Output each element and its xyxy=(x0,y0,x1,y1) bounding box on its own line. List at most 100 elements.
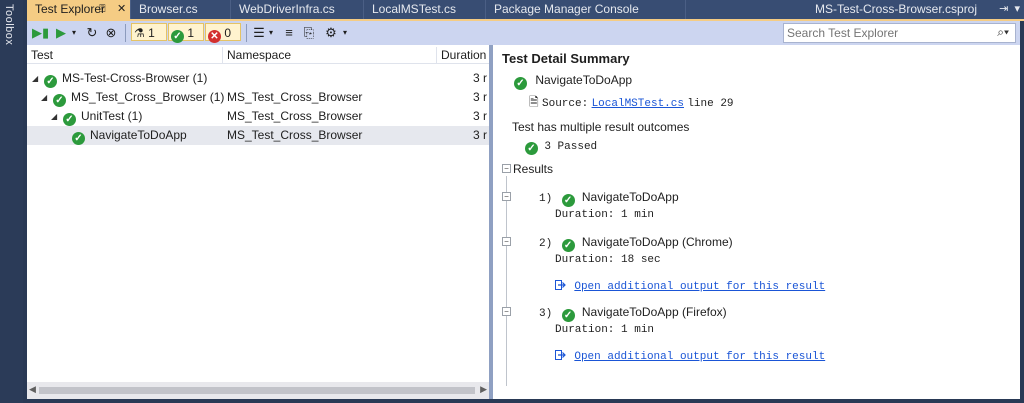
toolbar-separator xyxy=(246,24,247,42)
passed-summary: 3 Passed xyxy=(544,141,598,153)
tree-row-namespace-value: MS_Test_Cross_Browser xyxy=(227,90,363,104)
tree-row-duration: 3 r xyxy=(473,128,488,142)
toolbox-label[interactable]: Toolbox xyxy=(3,4,15,45)
tab-label: Browser.cs xyxy=(139,2,198,16)
failed-tests-filter[interactable]: ✕ 0 xyxy=(205,23,241,43)
total-tests-filter[interactable]: ⚗ 1 xyxy=(131,23,167,41)
settings-gear-icon[interactable]: ⚙ xyxy=(323,24,339,42)
group-by-icon[interactable]: ≡ xyxy=(281,24,297,42)
collapse-arrow-icon[interactable]: ◢ xyxy=(32,69,38,88)
toolbox-sidebar[interactable]: Toolbox xyxy=(0,0,23,403)
collapse-arrow-icon[interactable]: ◢ xyxy=(41,88,47,107)
open-output-link[interactable]: Open additional output for this result xyxy=(574,281,825,293)
search-input[interactable] xyxy=(787,25,987,41)
tab-browser-cs[interactable]: Browser.cs xyxy=(131,0,231,19)
tab-label: LocalMSTest.cs xyxy=(372,2,457,16)
open-output-icon[interactable] xyxy=(555,349,566,360)
tab-webdriverinfra-cs[interactable]: WebDriverInfra.cs xyxy=(231,0,364,19)
tree-row-namespace[interactable]: ◢ ✓ MS_Test_Cross_Browser (1) MS_Test_Cr… xyxy=(27,88,489,107)
test-tree-pane: Test Namespace Duration ◢ ✓ MS-Test-Cros… xyxy=(27,47,489,399)
tree-row-test[interactable]: ✓ NavigateToDoApp MS_Test_Cross_Browser … xyxy=(27,126,489,145)
source-line: line 29 xyxy=(687,98,734,110)
tree-row-class[interactable]: ◢ ✓ UnitTest (1) MS_Test_Cross_Browser 3… xyxy=(27,107,489,126)
result-duration: Duration: 1 min xyxy=(555,324,655,336)
passed-icon: ✓ xyxy=(171,30,184,43)
tab-label: WebDriverInfra.cs xyxy=(239,2,335,16)
passed-icon: ✓ xyxy=(561,194,575,207)
open-test-icon[interactable]: ⎘ xyxy=(301,24,317,42)
result-name: NavigateToDoApp xyxy=(581,190,679,204)
detail-test-name: NavigateToDoApp xyxy=(535,73,633,87)
tab-package-manager-console[interactable]: Package Manager Console xyxy=(486,0,686,19)
passed-icon: ✓ xyxy=(514,77,527,90)
tree-row-namespace-value: MS_Test_Cross_Browser xyxy=(227,128,363,142)
tab-localmstest-cs[interactable]: LocalMSTest.cs xyxy=(364,0,486,19)
run-dropdown-icon[interactable]: ▾ xyxy=(70,24,78,42)
result-index: 1) xyxy=(539,193,553,205)
scroll-right-icon[interactable]: ▶ xyxy=(480,384,487,395)
passed-icon: ✓ xyxy=(525,142,538,155)
open-output-row: Open additional output for this result xyxy=(555,348,825,363)
horizontal-scrollbar[interactable]: ◀ ▶ xyxy=(27,382,489,399)
result-index: 2) xyxy=(539,238,553,250)
outcomes-heading: Test has multiple result outcomes xyxy=(512,120,690,134)
settings-dropdown-icon[interactable]: ▾ xyxy=(341,24,349,42)
search-test-explorer[interactable]: ⌕▾ xyxy=(783,23,1016,43)
playlist-dropdown-icon[interactable]: ▾ xyxy=(267,24,275,42)
run-all-icon[interactable]: ▶▮ xyxy=(32,24,49,42)
result-header-1: 1) ✓ NavigateToDoApp xyxy=(539,190,679,207)
tree-row-duration: 3 r xyxy=(473,71,488,85)
source-file-link[interactable]: LocalMSTest.cs xyxy=(592,98,684,110)
run-icon[interactable]: ▶ xyxy=(54,24,68,42)
collapse-arrow-icon[interactable]: ◢ xyxy=(51,107,57,126)
tab-overflow-icon[interactable]: ▾ xyxy=(1014,3,1020,15)
collapse-result-icon[interactable]: − xyxy=(502,307,511,316)
passed-icon: ✓ xyxy=(72,132,85,145)
collapse-result-icon[interactable]: − xyxy=(502,237,511,246)
column-header-test[interactable]: Test xyxy=(27,47,223,64)
open-output-link[interactable]: Open additional output for this result xyxy=(574,351,825,363)
pin-icon[interactable]: ⍔ xyxy=(99,0,106,19)
search-icon[interactable]: ⌕▾ xyxy=(997,25,1009,40)
tree-row-name: MS-Test-Cross-Browser (1) xyxy=(62,71,208,85)
close-icon[interactable]: ✕ xyxy=(117,0,126,19)
document-tab-bar: Test Explorer ⍔ ✕ Browser.cs WebDriverIn… xyxy=(27,0,1024,19)
repeat-last-run-icon[interactable]: ↻ xyxy=(84,24,100,42)
scrollbar-thumb[interactable] xyxy=(39,387,475,394)
total-tests-count: 1 xyxy=(148,26,155,40)
column-header-duration[interactable]: Duration xyxy=(437,47,489,64)
tab-label: Test Explorer xyxy=(35,2,106,16)
passed-tests-filter[interactable]: ✓ 1 xyxy=(168,23,204,43)
passed-icon: ✓ xyxy=(63,113,76,126)
tree-row-duration: 3 r xyxy=(473,90,488,104)
column-header-namespace[interactable]: Namespace xyxy=(223,47,437,64)
detail-title: Test Detail Summary xyxy=(502,51,630,66)
tree-row-name: MS_Test_Cross_Browser (1) xyxy=(71,90,225,104)
passed-summary-row: ✓ 3 Passed xyxy=(525,138,597,155)
passed-icon: ✓ xyxy=(561,239,575,252)
pin-icon[interactable]: ⇥ xyxy=(999,3,1008,15)
tab-window-controls: ⇥ ▾ xyxy=(999,0,1020,19)
tree-row-duration: 3 r xyxy=(473,109,488,123)
result-header-2: 2) ✓ NavigateToDoApp (Chrome) xyxy=(539,235,733,252)
test-detail-summary-pane: Test Detail Summary ✓ NavigateToDoApp 🗎 … xyxy=(493,45,1020,399)
cancel-icon[interactable]: ⊗ xyxy=(103,24,119,42)
toolbar-separator xyxy=(125,24,126,42)
result-name: NavigateToDoApp (Firefox) xyxy=(581,305,727,319)
tree-row-project[interactable]: ◢ ✓ MS-Test-Cross-Browser (1) 3 r xyxy=(27,69,489,88)
scroll-left-icon[interactable]: ◀ xyxy=(29,384,36,395)
tab-csproj[interactable]: MS-Test-Cross-Browser.csproj xyxy=(807,0,987,19)
tree-row-namespace-value: MS_Test_Cross_Browser xyxy=(227,109,363,123)
open-output-icon[interactable] xyxy=(555,279,566,290)
passed-icon: ✓ xyxy=(53,94,66,107)
collapse-result-icon[interactable]: − xyxy=(502,192,511,201)
tab-test-explorer[interactable]: Test Explorer ⍔ ✕ xyxy=(27,0,131,19)
results-tree-line xyxy=(506,176,507,386)
playlist-icon[interactable]: ☰ xyxy=(251,24,267,42)
test-explorer-toolbar: ▶▮ ▶ ▾ ↻ ⊗ ⚗ 1 ✓ 1 ✕ 0 ☰ ▾ ≡ ⎘ ⚙ ▾ ⌕▾ xyxy=(27,21,1020,45)
collapse-results-icon[interactable]: − xyxy=(502,164,511,173)
tab-label: MS-Test-Cross-Browser.csproj xyxy=(815,2,978,16)
document-icon: 🗎 xyxy=(529,95,539,109)
tree-row-name: UnitTest (1) xyxy=(81,109,143,123)
tab-label: Package Manager Console xyxy=(494,2,639,16)
